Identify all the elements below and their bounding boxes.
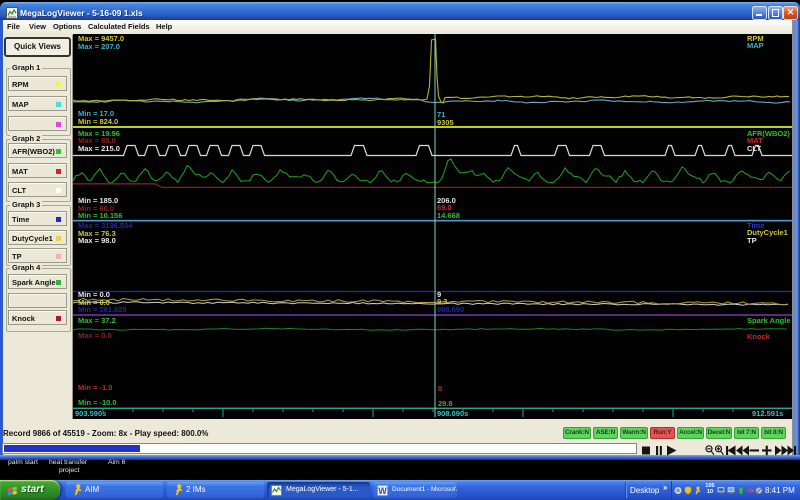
svg-text:W: W (378, 485, 387, 495)
